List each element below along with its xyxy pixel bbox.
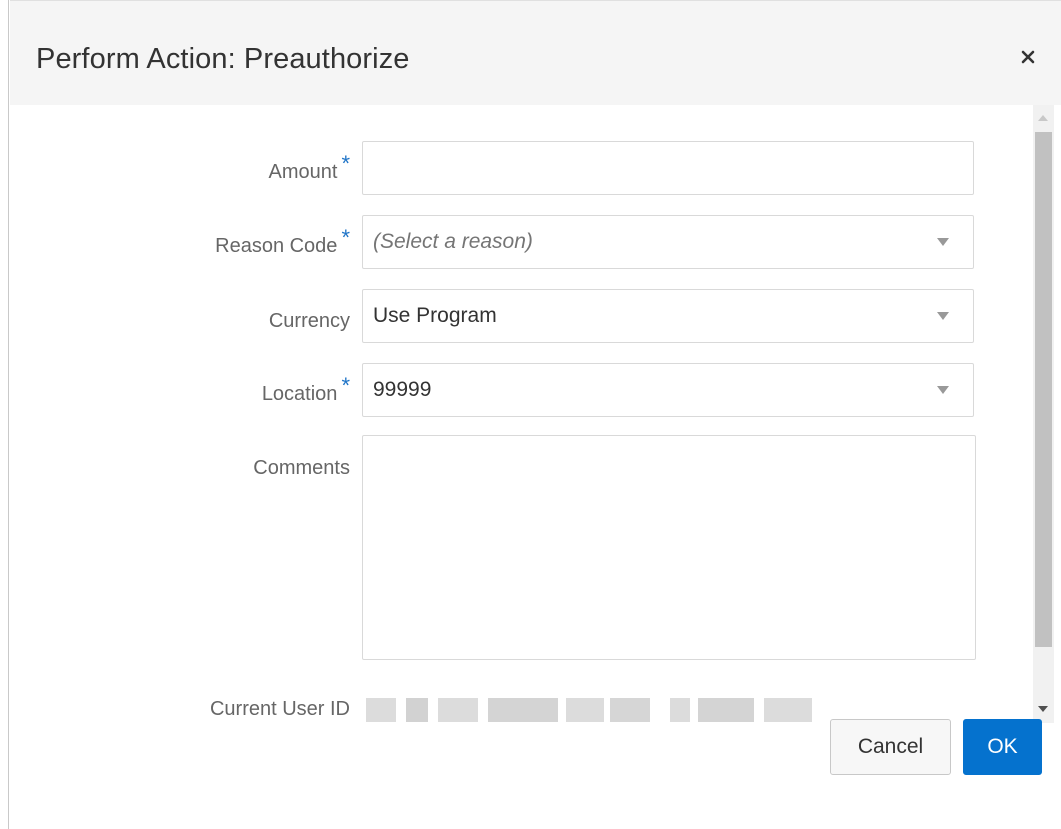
chevron-down-icon <box>937 386 949 394</box>
scroll-up-arrow-icon[interactable] <box>1038 115 1048 121</box>
required-indicator: * <box>341 151 350 176</box>
close-icon[interactable] <box>1016 45 1040 69</box>
currency-select[interactable]: Use Program <box>362 289 974 343</box>
reason-code-value: (Select a reason) <box>373 230 533 253</box>
chevron-down-icon <box>937 238 949 246</box>
reason-code-select[interactable]: (Select a reason) <box>362 215 974 269</box>
background-page-edge <box>0 0 9 829</box>
scrollbar-thumb[interactable] <box>1035 132 1052 647</box>
currency-value: Use Program <box>373 304 497 327</box>
cancel-button[interactable]: Cancel <box>830 719 951 775</box>
location-select[interactable]: 99999 <box>362 363 974 417</box>
location-label: Location * <box>261 373 350 406</box>
location-value: 99999 <box>373 378 432 401</box>
amount-label: Amount * <box>268 151 351 184</box>
amount-input[interactable] <box>362 141 974 195</box>
dialog-header: Perform Action: Preauthorize <box>10 0 1061 105</box>
currency-label: Currency <box>268 310 350 332</box>
reason-code-label: Reason Code * <box>215 225 350 258</box>
preauthorize-dialog: Perform Action: Preauthorize Amount * Rea… <box>10 0 1061 829</box>
dialog-body: Amount * Reason Code * (Select a reason) C… <box>10 105 1061 723</box>
current-user-id-value-redacted <box>366 698 826 722</box>
comments-label: Comments <box>253 457 350 479</box>
scroll-down-arrow-icon[interactable] <box>1038 706 1048 712</box>
ok-button[interactable]: OK <box>963 719 1042 775</box>
amount-field[interactable] <box>363 142 973 194</box>
dialog-title: Perform Action: Preauthorize <box>36 43 410 75</box>
dialog-scrollbar[interactable] <box>1033 105 1054 723</box>
chevron-down-icon <box>937 312 949 320</box>
current-user-id-label: Current User ID <box>209 698 350 720</box>
required-indicator: * <box>341 225 350 250</box>
comments-textarea[interactable] <box>362 435 976 660</box>
required-indicator: * <box>341 373 350 398</box>
